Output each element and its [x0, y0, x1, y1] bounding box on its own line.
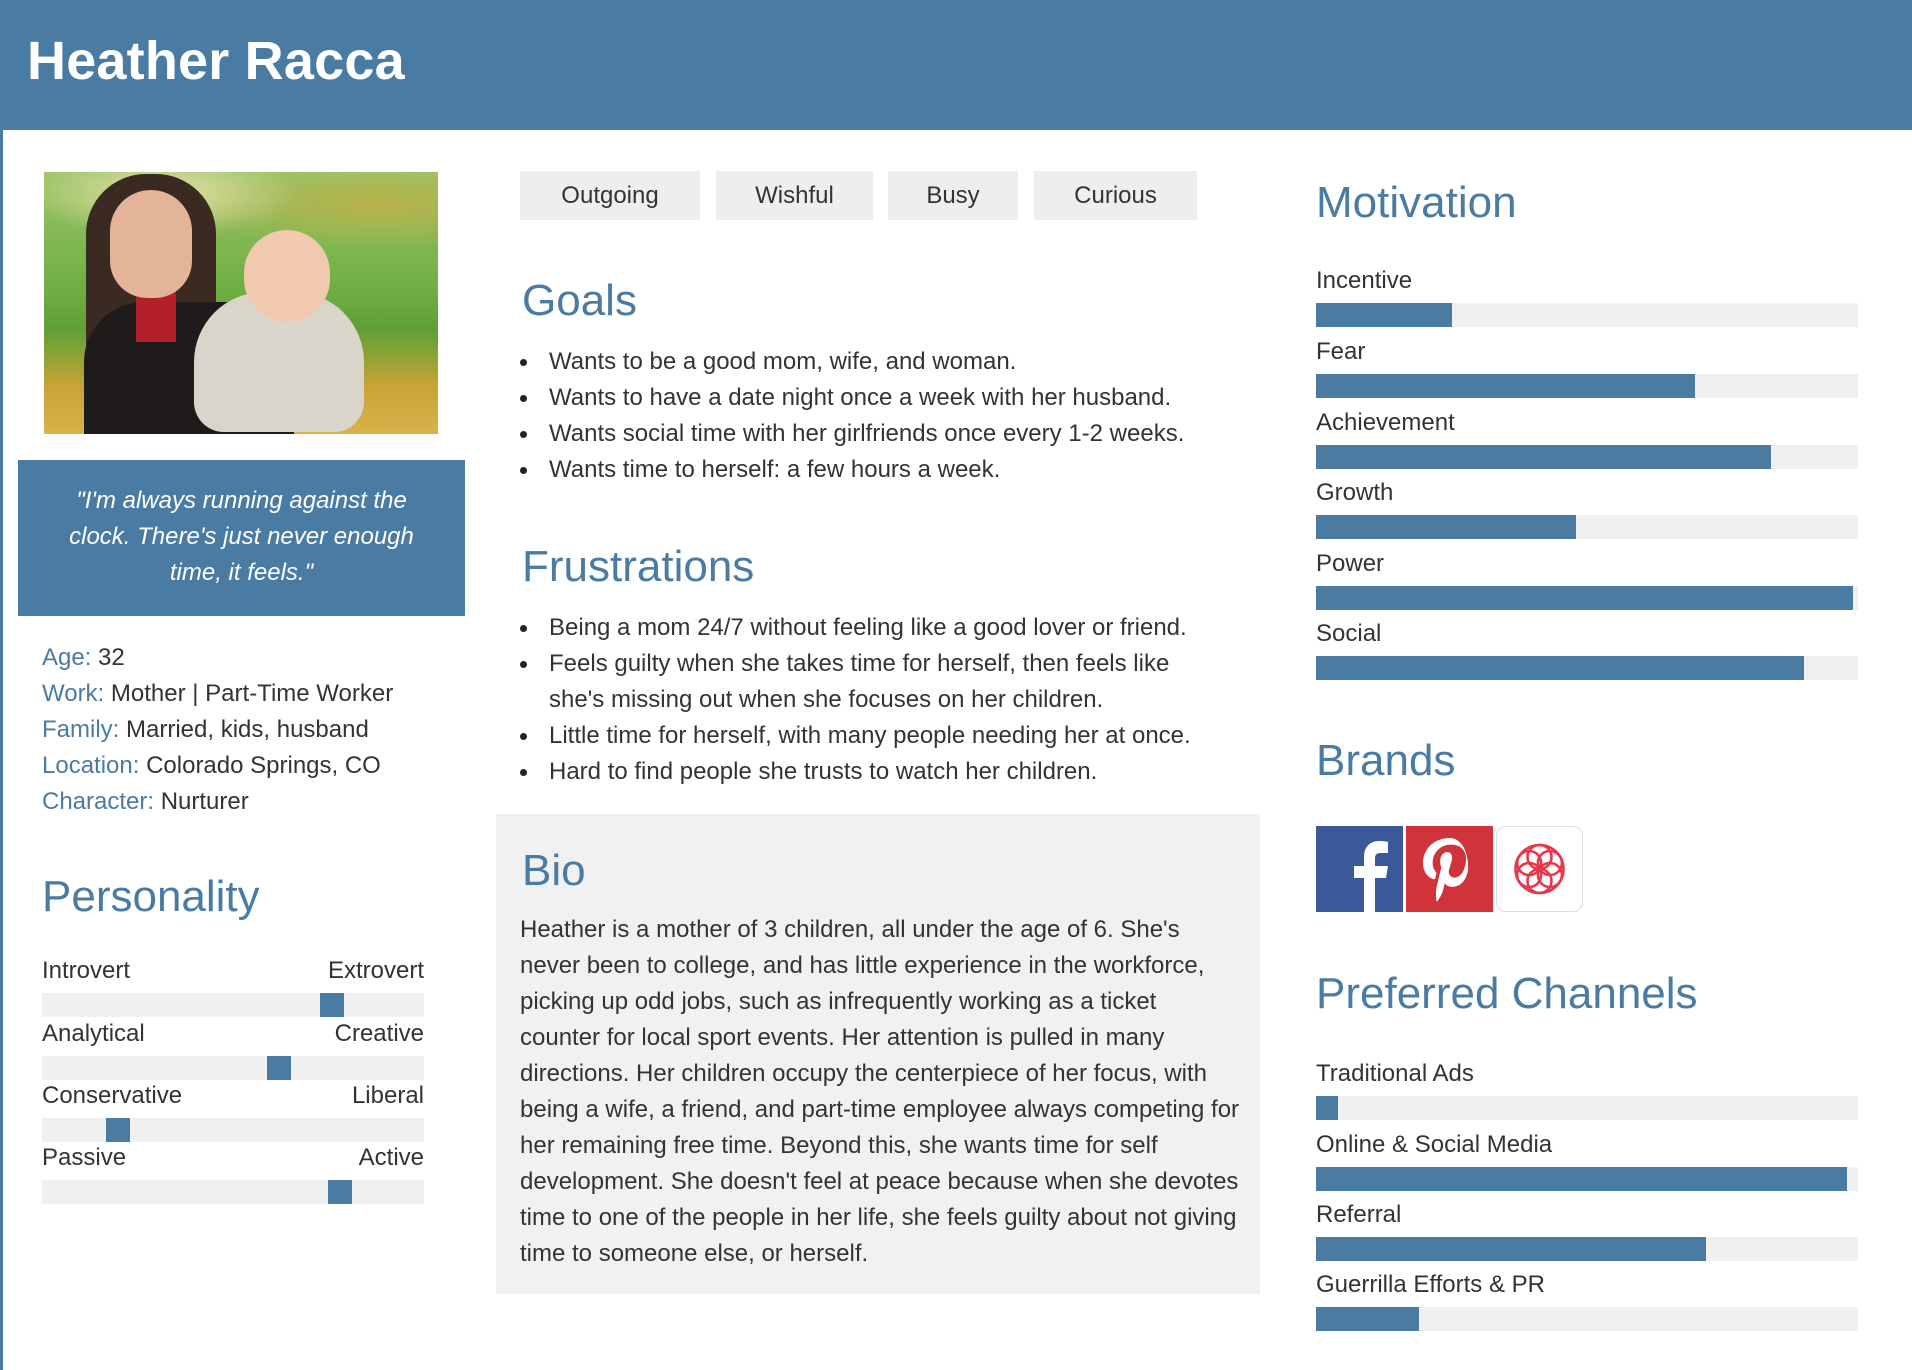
frustration-item: Being a mom 24/7 without feeling like a … [520, 610, 1230, 646]
clue-logo-icon [1496, 826, 1583, 912]
meter-track [1316, 445, 1858, 469]
meter-fill [1316, 1307, 1419, 1331]
scale-left-label: Conservative [42, 1082, 183, 1109]
frustrations-title: Frustrations [522, 542, 755, 591]
scale-track [42, 1056, 424, 1080]
scale-right-label: Liberal [351, 1082, 424, 1109]
motivation-meter-incentive: Incentive [1316, 266, 1858, 327]
pinterest-logo-icon [1406, 826, 1493, 912]
scale-marker [327, 1180, 352, 1204]
motivation-meter-fear: Fear [1316, 337, 1858, 398]
tag-outgoing: Outgoing [520, 171, 700, 220]
persona-facts: Age: 32 Work: Mother | Part-Time Worker … [42, 640, 462, 820]
meter-track [1316, 515, 1858, 539]
meter-label: Fear [1316, 338, 1366, 365]
scale-track [42, 1118, 424, 1142]
motivation-meter-power: Power [1316, 549, 1858, 610]
channel-meter-guerrilla: Guerrilla Efforts & PR [1316, 1270, 1858, 1331]
meter-fill [1316, 1096, 1338, 1120]
motivation-meter-growth: Growth [1316, 478, 1858, 539]
personality-scale-passive-active: Passive Active [42, 1144, 424, 1204]
meter-fill [1316, 515, 1577, 539]
meter-track [1316, 303, 1858, 327]
scale-right-label: Creative [334, 1020, 424, 1047]
meter-track [1316, 1096, 1858, 1120]
meter-track [1316, 586, 1858, 610]
fact-work: Work: Mother | Part-Time Worker [42, 680, 394, 707]
goals-list: Wants to be a good mom, wife, and woman.… [520, 344, 1240, 488]
tag-busy: Busy [888, 171, 1018, 220]
frustration-item: Feels guilty when she takes time for her… [520, 646, 1230, 718]
meter-fill [1316, 656, 1804, 680]
scale-marker [106, 1118, 131, 1142]
scale-right-label: Active [358, 1144, 424, 1171]
persona-quote: "I'm always running against the clock. T… [18, 460, 465, 616]
frustration-item: Little time for herself, with many peopl… [520, 718, 1230, 754]
fact-location: Location: Colorado Springs, CO [42, 752, 381, 779]
fact-age: Age: 32 [42, 644, 125, 671]
scale-track [42, 1180, 424, 1204]
channel-meter-referral: Referral [1316, 1200, 1858, 1261]
meter-label: Traditional Ads [1316, 1060, 1474, 1087]
tag-wishful: Wishful [716, 171, 873, 220]
meter-label: Power [1316, 550, 1385, 577]
personality-scale-analytical-creative: Analytical Creative [42, 1020, 424, 1080]
persona-photo [44, 172, 438, 434]
persona-name: Heather Racca [27, 31, 405, 91]
channels-title: Preferred Channels [1316, 969, 1698, 1018]
bio-panel: Bio Heather is a mother of 3 children, a… [496, 814, 1260, 1294]
goal-item: Wants social time with her girlfriends o… [520, 416, 1240, 452]
meter-track [1316, 374, 1858, 398]
goal-item: Wants time to herself: a few hours a wee… [520, 452, 1240, 488]
meter-label: Incentive [1316, 267, 1413, 294]
scale-right-label: Extrovert [327, 957, 424, 984]
scale-left-label: Introvert [42, 957, 131, 984]
meter-fill [1316, 1237, 1707, 1261]
goal-item: Wants to have a date night once a week w… [520, 380, 1240, 416]
motivation-title: Motivation [1316, 178, 1517, 227]
tag-curious: Curious [1034, 171, 1197, 220]
meter-label: Growth [1316, 479, 1394, 506]
meter-track [1316, 656, 1858, 680]
brands-title: Brands [1316, 736, 1456, 785]
channel-meter-traditional-ads: Traditional Ads [1316, 1059, 1858, 1120]
channel-meter-online-social: Online & Social Media [1316, 1130, 1858, 1191]
meter-fill [1316, 1167, 1848, 1191]
personality-scale-conservative-liberal: Conservative Liberal [42, 1082, 424, 1142]
meter-track [1316, 1237, 1858, 1261]
meter-fill [1316, 586, 1853, 610]
meter-label: Referral [1316, 1201, 1402, 1228]
motivation-meter-achievement: Achievement [1316, 408, 1858, 469]
meter-label: Guerrilla Efforts & PR [1316, 1271, 1545, 1298]
scale-track [42, 993, 424, 1017]
facebook-logo-icon [1316, 826, 1403, 912]
personality-scale-introvert-extrovert: Introvert Extrovert [42, 957, 424, 1017]
meter-track [1316, 1307, 1858, 1331]
meter-fill [1316, 445, 1772, 469]
fact-family: Family: Married, kids, husband [42, 716, 369, 743]
meter-label: Social [1316, 620, 1382, 647]
meter-fill [1316, 374, 1696, 398]
bio-title: Bio [522, 846, 586, 895]
bio-text: Heather is a mother of 3 children, all u… [520, 916, 1240, 1267]
header-bar: Heather Racca [0, 0, 1912, 130]
fact-character: Character: Nurturer [42, 788, 249, 815]
scale-marker [266, 1056, 291, 1080]
goals-title: Goals [522, 276, 637, 325]
scale-left-label: Analytical [42, 1020, 145, 1047]
meter-fill [1316, 303, 1452, 327]
meter-label: Achievement [1316, 409, 1455, 436]
frustration-item: Hard to find people she trusts to watch … [520, 754, 1230, 790]
meter-track [1316, 1167, 1858, 1191]
goal-item: Wants to be a good mom, wife, and woman. [520, 344, 1240, 380]
meter-label: Online & Social Media [1316, 1131, 1553, 1158]
scale-left-label: Passive [42, 1144, 127, 1171]
scale-marker [320, 993, 345, 1017]
motivation-meter-social: Social [1316, 619, 1858, 680]
frustrations-list: Being a mom 24/7 without feeling like a … [520, 610, 1230, 790]
personality-title: Personality [42, 872, 260, 921]
